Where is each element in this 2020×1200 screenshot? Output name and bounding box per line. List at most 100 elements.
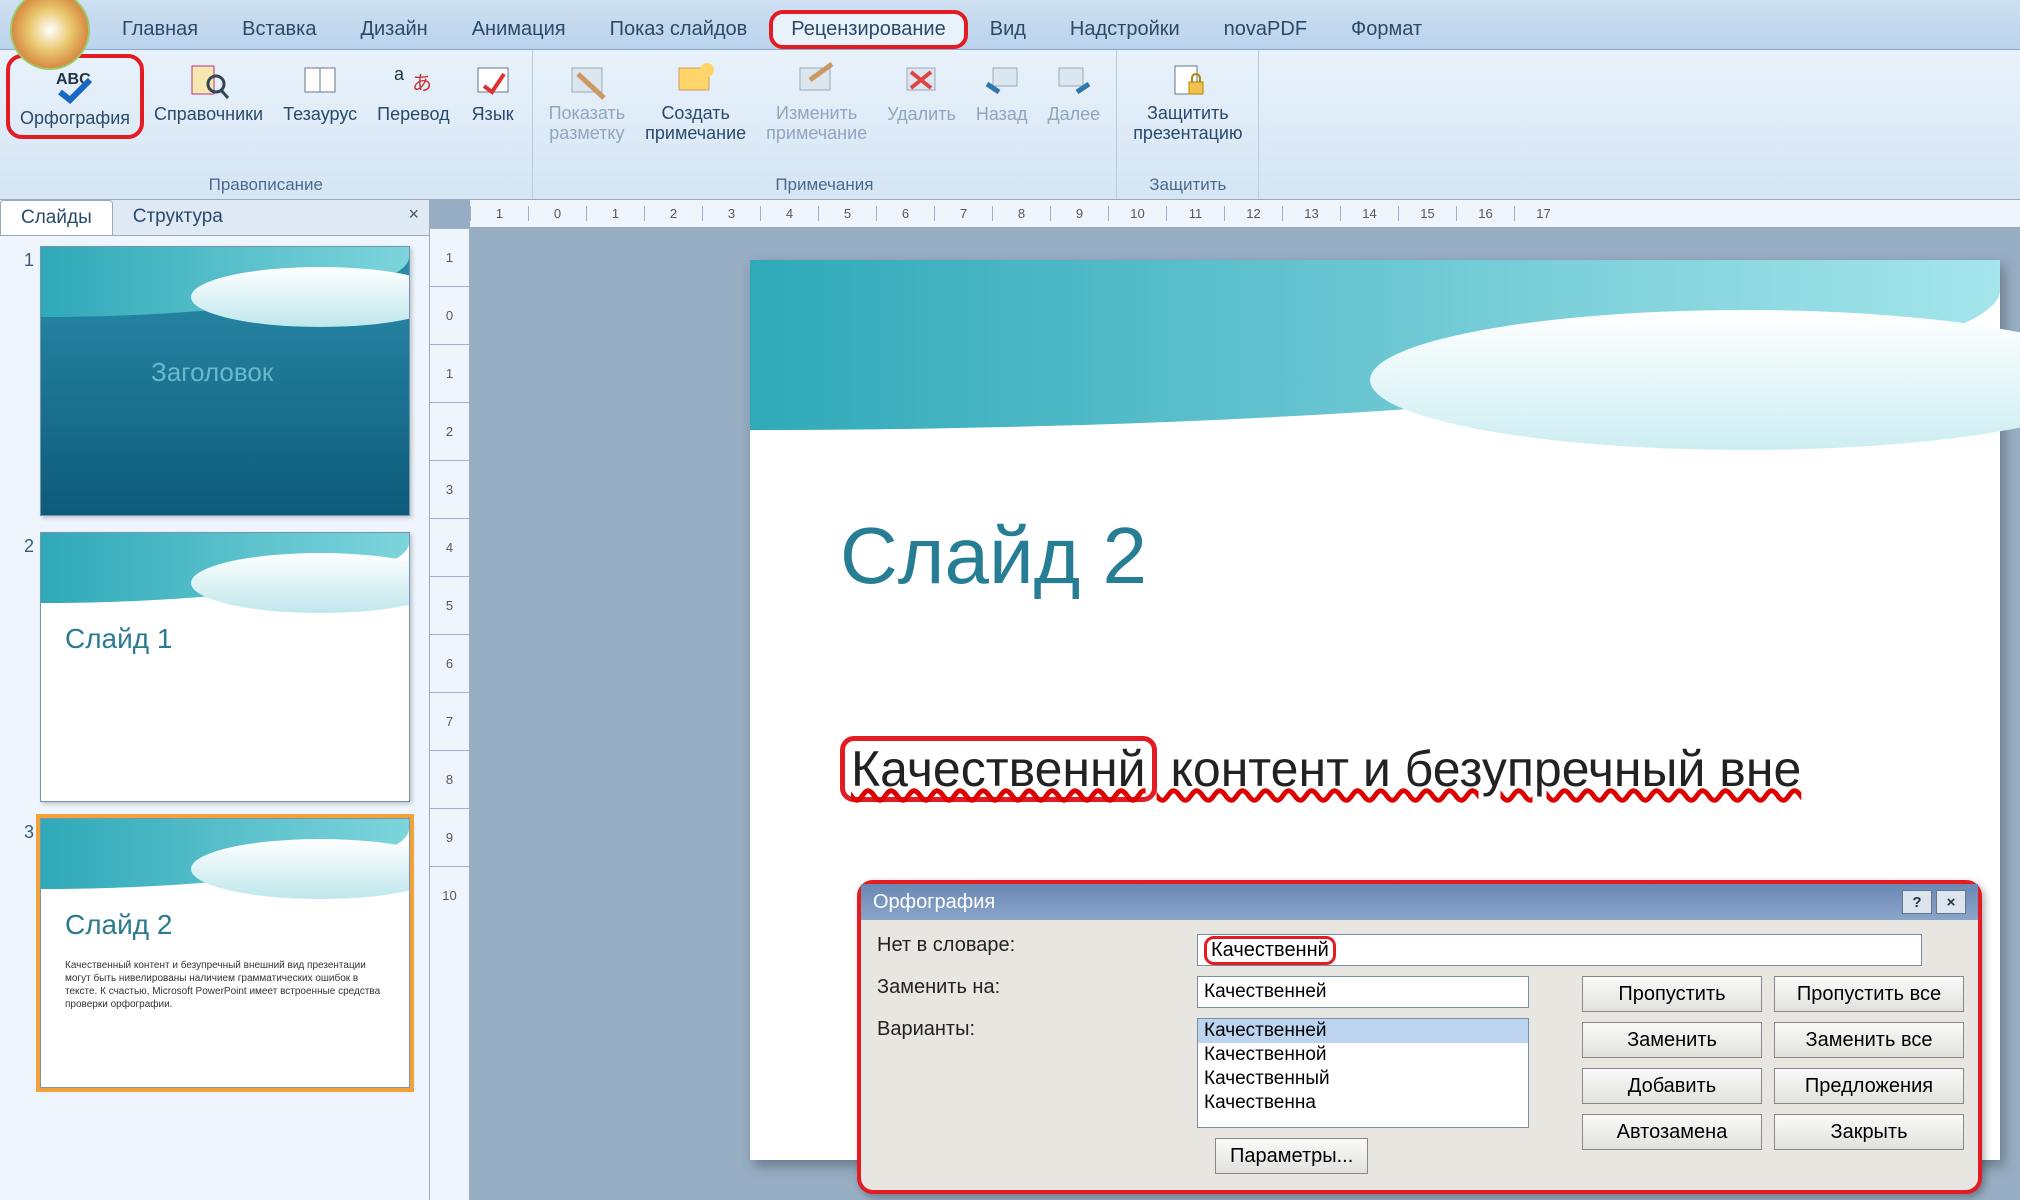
research-button[interactable]: Справочники	[144, 54, 273, 131]
misspelled-word[interactable]: Качественнй	[840, 736, 1157, 802]
new-comment-line1: Создать	[661, 104, 729, 124]
ruler-horizontal: 101234567891011121314151617	[470, 200, 2020, 228]
autocorrect-button[interactable]: Автозамена	[1582, 1114, 1762, 1150]
thesaurus-button[interactable]: Тезаурус	[273, 54, 367, 131]
tab-view[interactable]: Вид	[968, 10, 1048, 49]
group-proofing: ABC Орфография Справочники Тезаурус aあ	[0, 50, 533, 199]
thesaurus-icon	[297, 60, 343, 100]
side-tab-outline[interactable]: Структура	[113, 200, 243, 235]
language-label: Язык	[472, 104, 514, 125]
ruler-tick: 16	[1456, 206, 1514, 221]
spelling-label: Орфография	[20, 108, 130, 129]
ruler-tick: 8	[992, 206, 1050, 221]
edit-comment-line2: примечание	[766, 124, 867, 144]
slide-thumb-3[interactable]: Слайд 2 Качественный контент и безупречн…	[40, 818, 410, 1088]
tab-review[interactable]: Рецензирование	[769, 10, 967, 49]
replace-with-input[interactable]	[1197, 976, 1529, 1008]
dialog-close-button[interactable]: ×	[1936, 890, 1966, 914]
dialog-help-button[interactable]: ?	[1902, 890, 1932, 914]
suggestions-button[interactable]: Предложения	[1774, 1068, 1964, 1104]
thumb-number: 2	[8, 532, 34, 802]
tab-design[interactable]: Дизайн	[338, 10, 449, 49]
new-comment-button[interactable]: Создать примечание	[635, 54, 756, 150]
tab-slideshow[interactable]: Показ слайдов	[588, 10, 770, 49]
research-icon	[186, 60, 232, 100]
dialog-titlebar[interactable]: Орфография ? ×	[861, 884, 1978, 920]
ruler-tick: 12	[1224, 206, 1282, 221]
slide-thumb-2[interactable]: Слайд 1	[40, 532, 410, 802]
edit-comment-button[interactable]: Изменить примечание	[756, 54, 877, 150]
ruler-tick: 11	[1166, 206, 1224, 221]
group-proofing-title: Правописание	[6, 171, 526, 197]
new-comment-icon	[673, 60, 719, 100]
ribbon: ABC Орфография Справочники Тезаурус aあ	[0, 50, 2020, 200]
thumb2-title: Слайд 1	[65, 623, 172, 655]
delete-icon	[899, 60, 945, 100]
prev-icon	[979, 60, 1025, 100]
change-button[interactable]: Заменить	[1582, 1022, 1762, 1058]
next-comment-button[interactable]: Далее	[1037, 54, 1110, 131]
show-markup-button[interactable]: Показать разметку	[539, 54, 636, 150]
side-tabs: Слайды Структура ×	[0, 200, 429, 236]
ruler-tick: 4	[430, 518, 469, 576]
protect-line2: презентацию	[1133, 124, 1242, 144]
ribbon-tabs: Главная Вставка Дизайн Анимация Показ сл…	[0, 0, 2020, 50]
svg-text:a: a	[394, 64, 405, 84]
ruler-tick: 9	[430, 808, 469, 866]
show-markup-line1: Показать	[549, 104, 626, 124]
variant-item[interactable]: Качественна	[1198, 1091, 1528, 1115]
close-button[interactable]: Закрыть	[1774, 1114, 1964, 1150]
translate-button[interactable]: aあ Перевод	[367, 54, 459, 131]
variant-item[interactable]: Качественней	[1198, 1019, 1528, 1043]
add-button[interactable]: Добавить	[1582, 1068, 1762, 1104]
ruler-tick: 15	[1398, 206, 1456, 221]
variant-item[interactable]: Качественной	[1198, 1043, 1528, 1067]
ruler-tick: 0	[528, 206, 586, 221]
tab-format[interactable]: Формат	[1329, 10, 1444, 49]
slide-thumb-1[interactable]: Заголовок	[40, 246, 410, 516]
ruler-tick: 2	[430, 402, 469, 460]
ruler-tick: 10	[430, 866, 469, 924]
not-in-dict-value: Качественнй	[1197, 934, 1922, 966]
thumb1-placeholder: Заголовок	[151, 357, 273, 388]
side-close-button[interactable]: ×	[398, 200, 429, 235]
protect-button[interactable]: Защитить презентацию	[1123, 54, 1252, 150]
ignore-all-button[interactable]: Пропустить все	[1774, 976, 1964, 1012]
side-tab-slides[interactable]: Слайды	[0, 200, 113, 235]
thumb-number: 1	[8, 246, 34, 516]
ruler-tick: 14	[1340, 206, 1398, 221]
thumb3-title: Слайд 2	[65, 909, 172, 941]
tab-addins[interactable]: Надстройки	[1048, 10, 1202, 49]
spelling-button[interactable]: ABC Орфография	[6, 54, 144, 139]
not-in-dict-label: Нет в словаре:	[877, 934, 1197, 957]
translate-icon: aあ	[390, 60, 436, 100]
ruler-tick: 8	[430, 750, 469, 808]
tab-insert[interactable]: Вставка	[220, 10, 338, 49]
prev-comment-button[interactable]: Назад	[966, 54, 1038, 131]
ignore-button[interactable]: Пропустить	[1582, 976, 1762, 1012]
spelling-icon: ABC	[52, 64, 98, 104]
group-comments: Показать разметку Создать примечание Изм…	[533, 50, 1118, 199]
ruler-tick: 2	[644, 206, 702, 221]
change-all-button[interactable]: Заменить все	[1774, 1022, 1964, 1058]
svg-text:あ: あ	[412, 73, 432, 95]
thumb-number: 3	[8, 818, 34, 1088]
tab-home[interactable]: Главная	[100, 10, 220, 49]
variant-item[interactable]: Качественный	[1198, 1067, 1528, 1091]
ruler-tick: 13	[1282, 206, 1340, 221]
ruler-tick: 0	[430, 286, 469, 344]
slide-body-text[interactable]: Качественнй контент и безупречный вне	[840, 740, 1960, 798]
replace-with-label: Заменить на:	[877, 976, 1197, 999]
variants-listbox[interactable]: КачественнейКачественнойКачественныйКаче…	[1197, 1018, 1529, 1128]
ruler-tick: 5	[818, 206, 876, 221]
ruler-tick: 5	[430, 576, 469, 634]
delete-comment-button[interactable]: Удалить	[877, 54, 966, 131]
tab-novapdf[interactable]: novaPDF	[1202, 10, 1329, 49]
show-markup-line2: разметку	[549, 124, 624, 144]
options-button[interactable]: Параметры...	[1215, 1138, 1368, 1174]
slide-title[interactable]: Слайд 2	[840, 510, 1147, 602]
tab-animation[interactable]: Анимация	[450, 10, 588, 49]
ruler-tick: 1	[470, 206, 528, 221]
language-button[interactable]: Язык	[460, 54, 526, 131]
ruler-tick: 6	[430, 634, 469, 692]
